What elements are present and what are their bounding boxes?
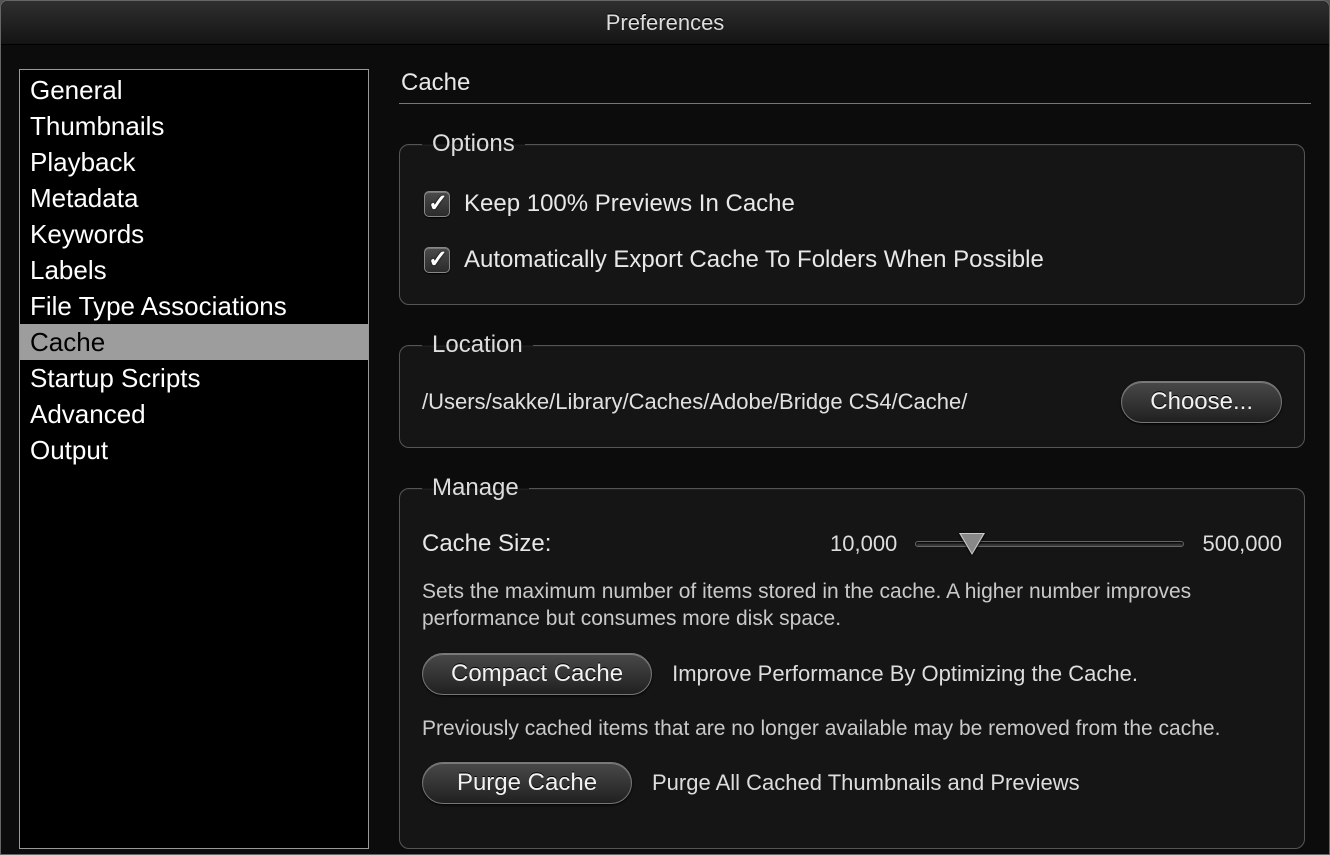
options-legend: Options	[422, 130, 525, 158]
sidebar-item-startup-scripts[interactable]: Startup Scripts	[20, 360, 368, 396]
cache-location-path: /Users/sakke/Library/Caches/Adobe/Bridge…	[422, 389, 1101, 415]
cache-size-desc: Sets the maximum number of items stored …	[422, 578, 1282, 633]
cache-size-label: Cache Size:	[422, 530, 812, 558]
auto-export-row[interactable]: Automatically Export Cache To Folders Wh…	[424, 246, 1282, 274]
sidebar-item-thumbnails[interactable]: Thumbnails	[20, 108, 368, 144]
window-title: Preferences	[606, 10, 725, 36]
sidebar-item-label: Advanced	[30, 399, 146, 429]
sidebar-item-label: Startup Scripts	[30, 363, 201, 393]
sidebar-item-cache[interactable]: Cache	[20, 324, 368, 360]
compact-cache-button[interactable]: Compact Cache	[422, 653, 652, 695]
purge-cache-desc: Purge All Cached Thumbnails and Previews	[652, 770, 1080, 796]
keep-previews-label: Keep 100% Previews In Cache	[464, 190, 795, 218]
cache-size-min: 10,000	[830, 531, 897, 557]
options-group: Options Keep 100% Previews In Cache Auto…	[399, 130, 1305, 305]
location-legend: Location	[422, 331, 533, 359]
sidebar-item-label: Cache	[30, 327, 105, 357]
sidebar-item-label: Labels	[30, 255, 107, 285]
sidebar-item-label: File Type Associations	[30, 291, 287, 321]
cache-size-max: 500,000	[1202, 531, 1282, 557]
auto-export-checkbox[interactable]	[424, 247, 450, 273]
sidebar-item-labels[interactable]: Labels	[20, 252, 368, 288]
manage-group: Manage Cache Size: 10,000 500,000 Sets t…	[399, 474, 1305, 849]
window-body: General Thumbnails Playback Metadata Key…	[1, 45, 1329, 854]
slider-thumb-icon[interactable]	[959, 533, 985, 555]
sidebar-item-metadata[interactable]: Metadata	[20, 180, 368, 216]
compact-cache-note: Previously cached items that are no long…	[422, 715, 1282, 742]
sidebar-item-keywords[interactable]: Keywords	[20, 216, 368, 252]
auto-export-label: Automatically Export Cache To Folders Wh…	[464, 246, 1044, 274]
sidebar-item-label: Output	[30, 435, 108, 465]
main-panel: Cache Options Keep 100% Previews In Cach…	[399, 69, 1311, 854]
manage-legend: Manage	[422, 474, 529, 502]
choose-location-button[interactable]: Choose...	[1121, 381, 1282, 423]
compact-cache-desc: Improve Performance By Optimizing the Ca…	[672, 661, 1138, 687]
cache-size-slider[interactable]	[915, 531, 1184, 557]
panel-title: Cache	[399, 69, 1311, 104]
sidebar-item-playback[interactable]: Playback	[20, 144, 368, 180]
preferences-window: Preferences General Thumbnails Playback …	[0, 0, 1330, 855]
sidebar-item-label: General	[30, 75, 123, 105]
sidebar-item-label: Metadata	[30, 183, 138, 213]
sidebar-item-label: Thumbnails	[30, 111, 164, 141]
sidebar-item-label: Keywords	[30, 219, 144, 249]
sidebar-item-output[interactable]: Output	[20, 432, 368, 468]
sidebar-item-advanced[interactable]: Advanced	[20, 396, 368, 432]
sidebar-item-general[interactable]: General	[20, 72, 368, 108]
titlebar: Preferences	[1, 1, 1329, 45]
sidebar-item-label: Playback	[30, 147, 136, 177]
sidebar-item-file-type-associations[interactable]: File Type Associations	[20, 288, 368, 324]
slider-track	[915, 541, 1184, 547]
keep-previews-checkbox[interactable]	[424, 191, 450, 217]
location-group: Location /Users/sakke/Library/Caches/Ado…	[399, 331, 1305, 448]
purge-cache-button[interactable]: Purge Cache	[422, 762, 632, 804]
keep-previews-row[interactable]: Keep 100% Previews In Cache	[424, 190, 1282, 218]
preferences-sidebar: General Thumbnails Playback Metadata Key…	[19, 69, 369, 849]
